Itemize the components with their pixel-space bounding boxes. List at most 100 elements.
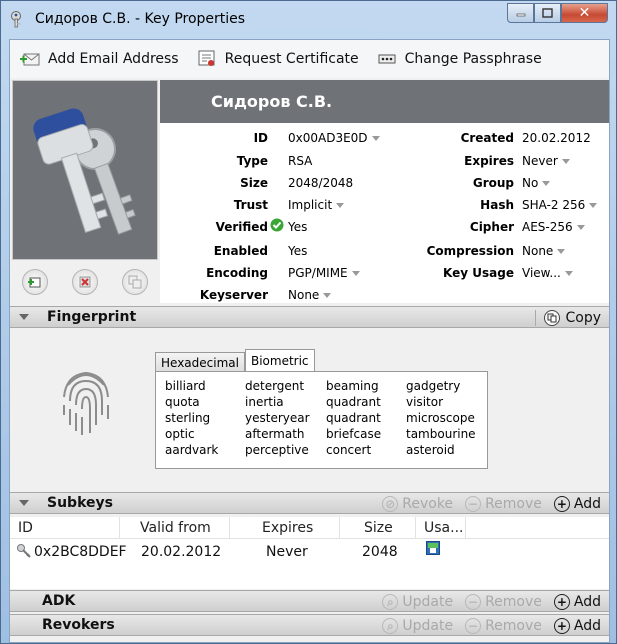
key-image-buttons xyxy=(10,266,160,298)
encrypt-usage-icon xyxy=(426,541,440,555)
revokers-section-header[interactable]: Revokers ⌕ Update − Remove + Add xyxy=(10,614,609,636)
prop-value-encoding[interactable]: PGP/MIME xyxy=(288,266,360,280)
word: briefcase xyxy=(326,427,382,441)
title-bar[interactable]: Сидоров С.В. - Key Properties ✕ xyxy=(1,1,616,37)
fingerprint-tabs: Hexadecimal Biometric xyxy=(155,349,315,372)
prop-value-group[interactable]: No xyxy=(522,176,551,190)
search-icon: ⌕ xyxy=(382,594,399,610)
key-name: Сидоров С.В. xyxy=(211,92,333,111)
prop-label: Size xyxy=(240,176,268,190)
subkeys-section-header[interactable]: Subkeys ⊘ Revoke − Remove + Add xyxy=(10,492,609,514)
chevron-down-icon xyxy=(576,224,585,230)
prop-value-hash[interactable]: SHA-2 256 xyxy=(522,198,598,212)
column-header-valid-from[interactable]: Valid from xyxy=(120,517,230,539)
prop-label: Enabled xyxy=(213,244,268,258)
adk-section-header[interactable]: ADK ⌕ Update − Remove + Add xyxy=(10,590,609,612)
prop-value-created: 20.02.2012 xyxy=(522,131,591,145)
word: detergent xyxy=(245,379,305,393)
adk-remove-button[interactable]: − Remove xyxy=(465,594,542,610)
table-row[interactable]: 0x2BC8DDEF 20.02.2012 Never 2048 xyxy=(10,541,609,565)
prop-value-cipher[interactable]: AES-256 xyxy=(522,220,585,234)
key-name-banner: Сидоров С.В. xyxy=(160,80,609,123)
add-email-button[interactable]: Add Email Address xyxy=(20,51,179,67)
key-image-panel xyxy=(12,80,158,260)
subkey-expires: Never xyxy=(266,544,308,560)
minimize-button[interactable] xyxy=(507,3,534,23)
prop-value-key-usage[interactable]: View... xyxy=(522,266,573,280)
change-passphrase-button[interactable]: Change Passphrase xyxy=(377,51,542,67)
chevron-down-icon xyxy=(589,202,598,208)
plus-icon: + xyxy=(553,496,570,512)
subkey-valid-from: 20.02.2012 xyxy=(141,544,222,560)
word: billiard xyxy=(165,379,206,393)
remove-subkey-button[interactable]: − Remove xyxy=(465,496,542,512)
toolbar: Add Email Address Request Certificate Ch… xyxy=(10,40,609,78)
plus-icon: + xyxy=(553,618,570,634)
add-email-label: Add Email Address xyxy=(48,51,179,67)
fingerprint-section-header[interactable]: Fingerprint Copy xyxy=(10,306,609,328)
revoke-icon: ⊘ xyxy=(382,496,399,512)
adk-title: ADK xyxy=(42,593,76,609)
request-certificate-button[interactable]: Request Certificate xyxy=(197,50,359,68)
fingerprint-panel: Hexadecimal Biometric billiard detergent… xyxy=(10,333,609,490)
minus-icon: − xyxy=(465,618,482,634)
prop-value-verified: Yes xyxy=(288,220,308,234)
chevron-down-icon xyxy=(371,135,380,141)
prop-label: ID xyxy=(253,131,268,145)
chevron-down-icon xyxy=(351,270,360,276)
key-properties-window: Сидоров С.В. - Key Properties ✕ Add Emai… xyxy=(0,0,617,644)
word: yesteryear xyxy=(245,411,310,425)
revokers-add-button[interactable]: + Add xyxy=(553,618,601,634)
adk-update-button[interactable]: ⌕ Update xyxy=(382,594,453,610)
prop-value-trust[interactable]: Implicit xyxy=(288,198,345,212)
word: aardvark xyxy=(165,443,219,457)
prop-value-size: 2048/2048 xyxy=(288,176,354,190)
chevron-down-icon xyxy=(557,248,566,254)
keys-icon xyxy=(33,108,136,235)
close-button[interactable]: ✕ xyxy=(561,3,608,23)
word: visitor xyxy=(406,395,444,409)
window-title: Сидоров С.В. - Key Properties xyxy=(35,11,246,27)
add-subkey-button[interactable]: + Add xyxy=(553,496,601,512)
column-header-usage[interactable]: Usa... xyxy=(416,517,466,539)
revokers-actions: ⌕ Update − Remove + Add xyxy=(370,616,601,636)
adk-add-button[interactable]: + Add xyxy=(553,594,601,610)
add-photo-button[interactable] xyxy=(22,269,48,295)
revoke-button[interactable]: ⊘ Revoke xyxy=(382,496,453,512)
prop-value-id[interactable]: 0x00AD3E0D xyxy=(288,131,380,145)
prop-value-expires[interactable]: Never xyxy=(522,154,570,168)
word: optic xyxy=(165,427,195,441)
revokers-title: Revokers xyxy=(42,617,115,633)
copy-icon xyxy=(544,310,561,326)
word: gadgetry xyxy=(406,379,461,393)
plus-icon: + xyxy=(553,594,570,610)
word: perceptive xyxy=(245,443,309,457)
tab-hexadecimal[interactable]: Hexadecimal xyxy=(155,352,245,371)
collapse-icon[interactable] xyxy=(19,500,29,506)
chevron-down-icon xyxy=(542,180,551,186)
copy-photo-button[interactable] xyxy=(122,269,148,295)
copy-button[interactable]: Copy xyxy=(535,310,601,326)
maximize-button[interactable] xyxy=(534,3,561,23)
prop-value-keyserver[interactable]: None xyxy=(288,288,332,302)
key-properties-grid: ID 0x00AD3E0D Type RSA Size 2048/2048 Tr… xyxy=(160,123,609,303)
column-header-expires[interactable]: Expires xyxy=(230,517,340,539)
word: asteroid xyxy=(406,443,455,457)
column-header-id[interactable]: ID xyxy=(10,517,120,539)
collapse-icon[interactable] xyxy=(19,314,29,320)
remove-photo-button[interactable] xyxy=(72,269,98,295)
prop-value-compression[interactable]: None xyxy=(522,244,566,258)
word: quadrant xyxy=(326,411,381,425)
prop-label: Keyserver xyxy=(199,288,268,302)
prop-value-enabled[interactable]: Yes xyxy=(288,244,307,258)
certificate-icon xyxy=(198,50,215,66)
column-header-size[interactable]: Size xyxy=(340,517,416,539)
revokers-update-button[interactable]: ⌕ Update xyxy=(382,618,453,634)
expand-icon[interactable] xyxy=(19,598,24,604)
expand-icon[interactable] xyxy=(19,622,24,628)
revokers-remove-button[interactable]: − Remove xyxy=(465,618,542,634)
search-icon: ⌕ xyxy=(382,618,399,634)
word: microscope xyxy=(406,411,475,425)
copy-label: Copy xyxy=(565,310,601,326)
tab-biometric[interactable]: Biometric xyxy=(244,349,315,372)
